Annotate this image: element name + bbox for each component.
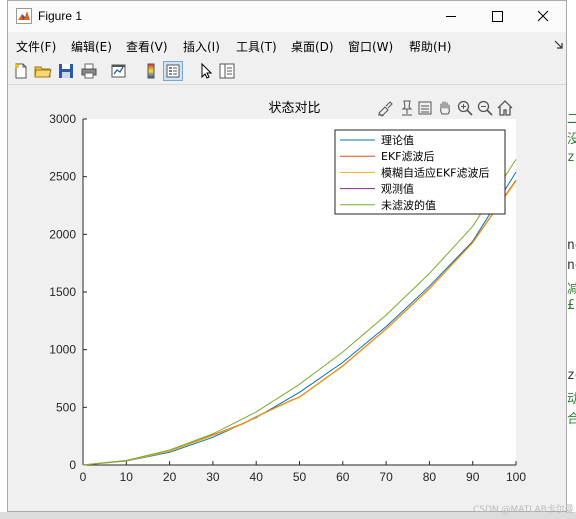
menu-view[interactable]: 查看(V) (126, 38, 168, 55)
zoom-out-icon (477, 100, 493, 116)
menu-window[interactable]: 窗口(W) (348, 38, 393, 55)
legend-icon (166, 64, 180, 78)
brush-button[interactable] (376, 99, 394, 117)
menu-edit[interactable]: 编辑(E) (71, 38, 112, 55)
property-inspector-button[interactable] (217, 61, 237, 81)
zoom-in-icon (457, 100, 473, 116)
y-tick-label: 2500 (49, 170, 76, 184)
title-bar: Figure 1 (8, 1, 566, 32)
insert-legend-button[interactable] (163, 61, 183, 81)
rotate-icon (418, 101, 432, 115)
pan-hand-icon (440, 101, 450, 115)
insert-colorbar-button[interactable] (141, 61, 161, 81)
matlab-icon (16, 8, 32, 24)
y-tick-label: 2000 (49, 227, 76, 241)
x-tick-label: 30 (206, 470, 220, 484)
colorbar-icon (147, 63, 155, 79)
close-button[interactable] (520, 1, 566, 32)
legend-label-2: 模糊自适应EKF滤波后 (381, 165, 490, 179)
save-button[interactable] (56, 61, 76, 81)
legend-label-1: EKF滤波后 (381, 150, 435, 163)
minimize-icon (446, 16, 456, 17)
x-tick-label: 60 (336, 470, 350, 484)
dock-arrow-icon[interactable] (554, 40, 564, 50)
x-tick-label: 0 (80, 470, 87, 484)
brush-icon (378, 101, 393, 117)
legend-label-4: 未滤波的值 (381, 198, 436, 212)
figure-window: Figure 1 文件(F) 编辑(E) 查看(V) 插入(I) 工具(T) 桌… (7, 0, 567, 512)
y-tick-label: 1000 (49, 343, 76, 357)
maximize-button[interactable] (474, 1, 520, 32)
legend-label-0: 理论值 (381, 133, 414, 147)
data-tips-icon (401, 100, 413, 116)
background-window-fragment: 二 没 z ne ne 减 £ ze 动 合 (567, 0, 576, 519)
y-tick-label: 1500 (49, 285, 76, 299)
open-file-button[interactable] (33, 61, 53, 81)
new-file-icon (15, 63, 27, 79)
x-tick-label: 50 (293, 470, 307, 484)
chart-title: 状态对比 (268, 101, 320, 116)
rotate-button[interactable] (416, 99, 434, 117)
x-tick-label: 40 (250, 470, 264, 484)
line-chart[interactable]: 状态对比0 10 20 30 40 50 60 70 80 90 10005001000150020… (8, 85, 566, 511)
property-inspector-icon (219, 63, 235, 79)
maximize-icon (492, 11, 503, 22)
restore-view-button[interactable] (496, 99, 514, 117)
menu-desktop[interactable]: 桌面(D) (291, 38, 334, 55)
x-tick-label: 70 (379, 470, 393, 484)
x-tick-label: 100 (506, 470, 526, 484)
print-button[interactable] (79, 61, 99, 81)
data-tips-button[interactable] (398, 99, 416, 117)
x-tick-label: 80 (423, 470, 437, 484)
menu-insert[interactable]: 插入(I) (183, 38, 220, 55)
figure-toolbar (8, 58, 566, 85)
menu-help[interactable]: 帮助(H) (409, 38, 451, 55)
minimize-button[interactable] (428, 1, 474, 32)
watermark: CSDN @MATLAB卡尔曼 (473, 505, 574, 515)
menu-tools[interactable]: 工具(T) (236, 38, 277, 55)
y-tick-label: 0 (69, 458, 76, 472)
menu-bar: 文件(F) 编辑(E) 查看(V) 插入(I) 工具(T) 桌面(D) 窗口(W… (8, 32, 566, 56)
link-plot-icon (111, 64, 126, 78)
legend-label-3: 观测值 (381, 183, 414, 196)
pan-button[interactable] (436, 99, 454, 117)
y-tick-label: 500 (56, 400, 76, 414)
link-plot-button[interactable] (109, 61, 129, 81)
window-title: Figure 1 (38, 9, 83, 23)
arrow-cursor-icon (201, 62, 213, 79)
figure-canvas: 状态对比 0 10 20 30 40 50 60 70 80 90 100 0 500 1000 1500 20… (8, 85, 566, 511)
x-tick-label: 10 (120, 470, 134, 484)
x-tick-label: 20 (163, 470, 177, 484)
printer-icon (81, 63, 97, 79)
home-icon (497, 100, 513, 116)
new-figure-button[interactable] (11, 61, 31, 81)
folder-icon (34, 66, 52, 78)
x-tick-label: 90 (466, 470, 480, 484)
zoom-out-button[interactable] (476, 99, 494, 117)
menu-file[interactable]: 文件(F) (16, 38, 56, 55)
save-icon (59, 64, 73, 78)
zoom-in-button[interactable] (456, 99, 474, 117)
y-tick-label: 3000 (49, 112, 76, 126)
edit-plot-button[interactable] (196, 61, 216, 81)
close-icon (537, 10, 549, 22)
